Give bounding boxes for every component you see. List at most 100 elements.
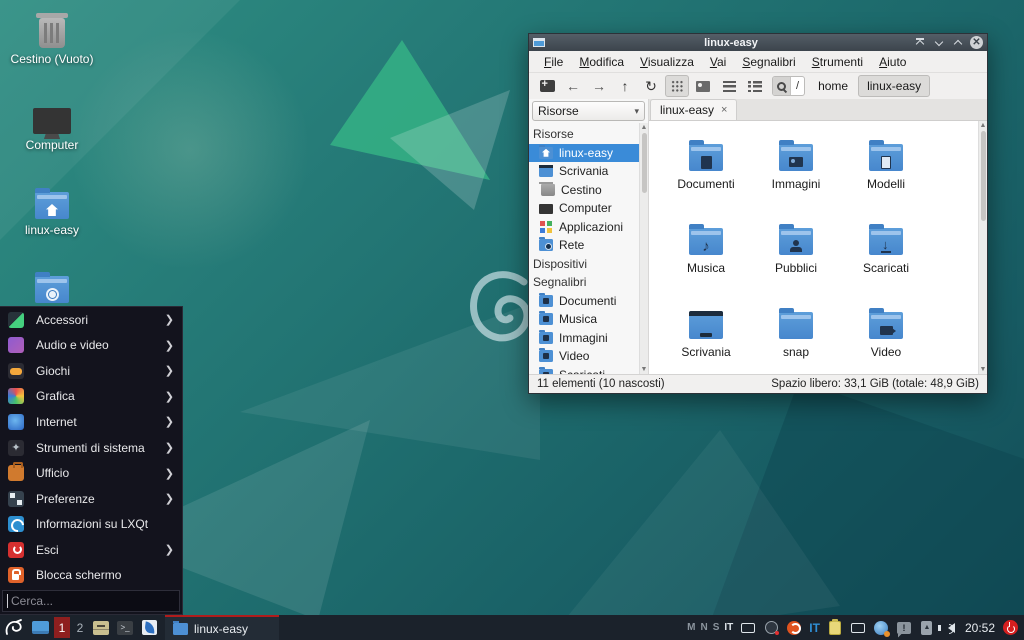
desktop-icon-linux-easy[interactable]: linux-easy bbox=[6, 183, 98, 237]
menu-strumenti[interactable]: Strumenti bbox=[805, 53, 870, 71]
submenu-arrow-icon: ❯ bbox=[165, 339, 174, 352]
display-tray-icon[interactable] bbox=[850, 620, 866, 636]
folder-pubblici[interactable]: Pubblici bbox=[751, 211, 841, 295]
tab-linux-easy[interactable]: linux-easy × bbox=[650, 99, 737, 120]
sidebar-item-immagini[interactable]: Immagini bbox=[529, 329, 648, 348]
sidebar-item-linux-easy[interactable]: linux-easy bbox=[529, 144, 640, 163]
back-button[interactable]: ← bbox=[561, 75, 585, 97]
thumbnail-view-button[interactable] bbox=[691, 75, 715, 97]
menu-item-accessori[interactable]: Accessori ❯ bbox=[0, 307, 182, 333]
workspace-1-button[interactable]: 1 bbox=[54, 617, 70, 638]
new-tab-button[interactable] bbox=[535, 75, 559, 97]
sidebar-scrollbar[interactable]: ▲ ▼ bbox=[639, 123, 648, 374]
screen-tray-icon[interactable] bbox=[740, 620, 756, 636]
sidebar-mode-select[interactable]: Risorse ▾ bbox=[532, 101, 645, 121]
folder-musica[interactable]: ♪ Musica bbox=[661, 211, 751, 295]
sidebar-item-scrivania[interactable]: Scrivania bbox=[529, 162, 648, 181]
menu-file[interactable]: File bbox=[537, 53, 570, 71]
task-button-linux-easy[interactable]: linux-easy bbox=[165, 615, 279, 640]
menu-segnalibri[interactable]: Segnalibri bbox=[735, 53, 802, 71]
compact-view-button[interactable] bbox=[717, 75, 741, 97]
menu-visualizza[interactable]: Visualizza bbox=[633, 53, 701, 71]
tab-close-icon[interactable]: × bbox=[721, 104, 727, 116]
folder-scaricati[interactable]: Scaricati bbox=[841, 211, 931, 295]
sidebar-item-musica[interactable]: Musica bbox=[529, 310, 648, 329]
workspace-2-button[interactable]: 2 bbox=[72, 617, 88, 638]
show-desktop-button[interactable] bbox=[27, 615, 53, 640]
folder-scrivania[interactable]: Scrivania bbox=[661, 295, 751, 374]
desktop: Cestino (Vuoto) Computer linux-easy Rete… bbox=[0, 0, 1024, 640]
sidebar-item-cestino[interactable]: Cestino bbox=[529, 181, 648, 200]
minimize-button[interactable] bbox=[932, 36, 945, 49]
notification-tray-icon[interactable]: ! bbox=[896, 620, 912, 636]
scroll-down-icon[interactable]: ▼ bbox=[979, 366, 987, 373]
desktop-icon-computer[interactable]: Computer bbox=[6, 98, 98, 152]
folder-view-scrollbar[interactable]: ▲ ▼ bbox=[978, 121, 987, 374]
forward-button[interactable]: → bbox=[587, 75, 611, 97]
folder-snap[interactable]: snap bbox=[751, 295, 841, 374]
menu-search-input[interactable] bbox=[7, 594, 175, 608]
folder-documenti[interactable]: Documenti bbox=[661, 127, 751, 211]
menu-vai[interactable]: Vai bbox=[703, 53, 733, 71]
clipboard-tray-icon[interactable] bbox=[827, 620, 843, 636]
volume-tray-icon[interactable] bbox=[942, 620, 958, 636]
path-bar[interactable]: / bbox=[772, 76, 805, 96]
updater-tray-icon[interactable] bbox=[786, 620, 802, 636]
menu-item-esci[interactable]: Esci ❯ bbox=[0, 537, 182, 563]
scrollbar-thumb[interactable] bbox=[642, 133, 647, 193]
chevron-down-icon: ▾ bbox=[634, 106, 639, 117]
menu-item-giochi[interactable]: Giochi ❯ bbox=[0, 358, 182, 384]
shade-button[interactable] bbox=[913, 36, 926, 49]
quicklaunch-file-manager-button[interactable] bbox=[89, 615, 113, 640]
menu-item-blocca-schermo[interactable]: Blocca schermo bbox=[0, 562, 182, 588]
menu-item-label: Giochi bbox=[36, 364, 165, 378]
keyboard-lock-indicator[interactable]: M N S IT bbox=[687, 622, 733, 633]
keyboard-layout-indicator[interactable]: IT bbox=[809, 621, 820, 635]
menu-item-strumenti-di-sistema[interactable]: Strumenti di sistema ❯ bbox=[0, 435, 182, 461]
scroll-down-icon[interactable]: ▼ bbox=[641, 365, 648, 374]
scroll-up-icon[interactable]: ▲ bbox=[979, 122, 987, 129]
detailed-view-button[interactable] bbox=[743, 75, 767, 97]
sidebar-item-documenti[interactable]: Documenti bbox=[529, 292, 648, 311]
folder-view[interactable]: Documenti Immagini Modelli ♪ Musica bbox=[649, 121, 987, 374]
menu-aiuto[interactable]: Aiuto bbox=[872, 53, 913, 71]
folder-label: Video bbox=[871, 345, 901, 359]
breadcrumb-home[interactable]: home bbox=[810, 75, 856, 97]
breadcrumb-linux-easy[interactable]: linux-easy bbox=[858, 75, 930, 97]
menu-item-informazioni-lxqt[interactable]: Informazioni su LXQt bbox=[0, 511, 182, 537]
reload-button[interactable]: ↻ bbox=[639, 75, 663, 97]
menu-modifica[interactable]: Modifica bbox=[572, 53, 631, 71]
clock[interactable]: 20:52 bbox=[965, 621, 995, 635]
sidebar-item-rete[interactable]: Rete bbox=[529, 236, 648, 255]
menu-item-audio-e-video[interactable]: Audio e video ❯ bbox=[0, 333, 182, 359]
folder-immagini[interactable]: Immagini bbox=[751, 127, 841, 211]
quicklaunch-editor-button[interactable] bbox=[137, 615, 161, 640]
sidebar-item-video[interactable]: Video bbox=[529, 347, 648, 366]
scroll-up-icon[interactable]: ▲ bbox=[641, 123, 648, 132]
menu-item-grafica[interactable]: Grafica ❯ bbox=[0, 384, 182, 410]
desktop-icon-trash[interactable]: Cestino (Vuoto) bbox=[6, 12, 98, 66]
sidebar-item-scaricati[interactable]: Scaricati bbox=[529, 366, 648, 375]
feather-icon bbox=[142, 620, 157, 635]
sidebar-mode-value: Risorse bbox=[538, 104, 579, 118]
lxqt-menu-button[interactable] bbox=[0, 615, 27, 640]
network-tray-icon[interactable] bbox=[873, 620, 889, 636]
sidebar-item-applicazioni[interactable]: Applicazioni bbox=[529, 218, 648, 237]
folder-video[interactable]: Video bbox=[841, 295, 931, 374]
folder-modelli[interactable]: Modelli bbox=[841, 127, 931, 211]
menu-item-label: Esci bbox=[36, 543, 165, 557]
power-button[interactable] bbox=[1002, 620, 1018, 636]
menu-item-ufficio[interactable]: Ufficio ❯ bbox=[0, 460, 182, 486]
removable-media-tray-icon[interactable]: ▲ bbox=[919, 620, 935, 636]
sidebar-item-computer[interactable]: Computer bbox=[529, 199, 648, 218]
menu-item-preferenze[interactable]: Preferenze ❯ bbox=[0, 486, 182, 512]
icon-view-button[interactable] bbox=[665, 75, 689, 97]
titlebar[interactable]: linux-easy ✕ bbox=[529, 34, 987, 51]
quicklaunch-terminal-button[interactable]: >_ bbox=[113, 615, 137, 640]
scrollbar-thumb[interactable] bbox=[981, 131, 986, 221]
screen-recorder-tray-icon[interactable] bbox=[763, 620, 779, 636]
up-button[interactable]: ↑ bbox=[613, 75, 637, 97]
maximize-button[interactable] bbox=[951, 36, 964, 49]
menu-item-internet[interactable]: Internet ❯ bbox=[0, 409, 182, 435]
close-button[interactable]: ✕ bbox=[970, 36, 983, 49]
